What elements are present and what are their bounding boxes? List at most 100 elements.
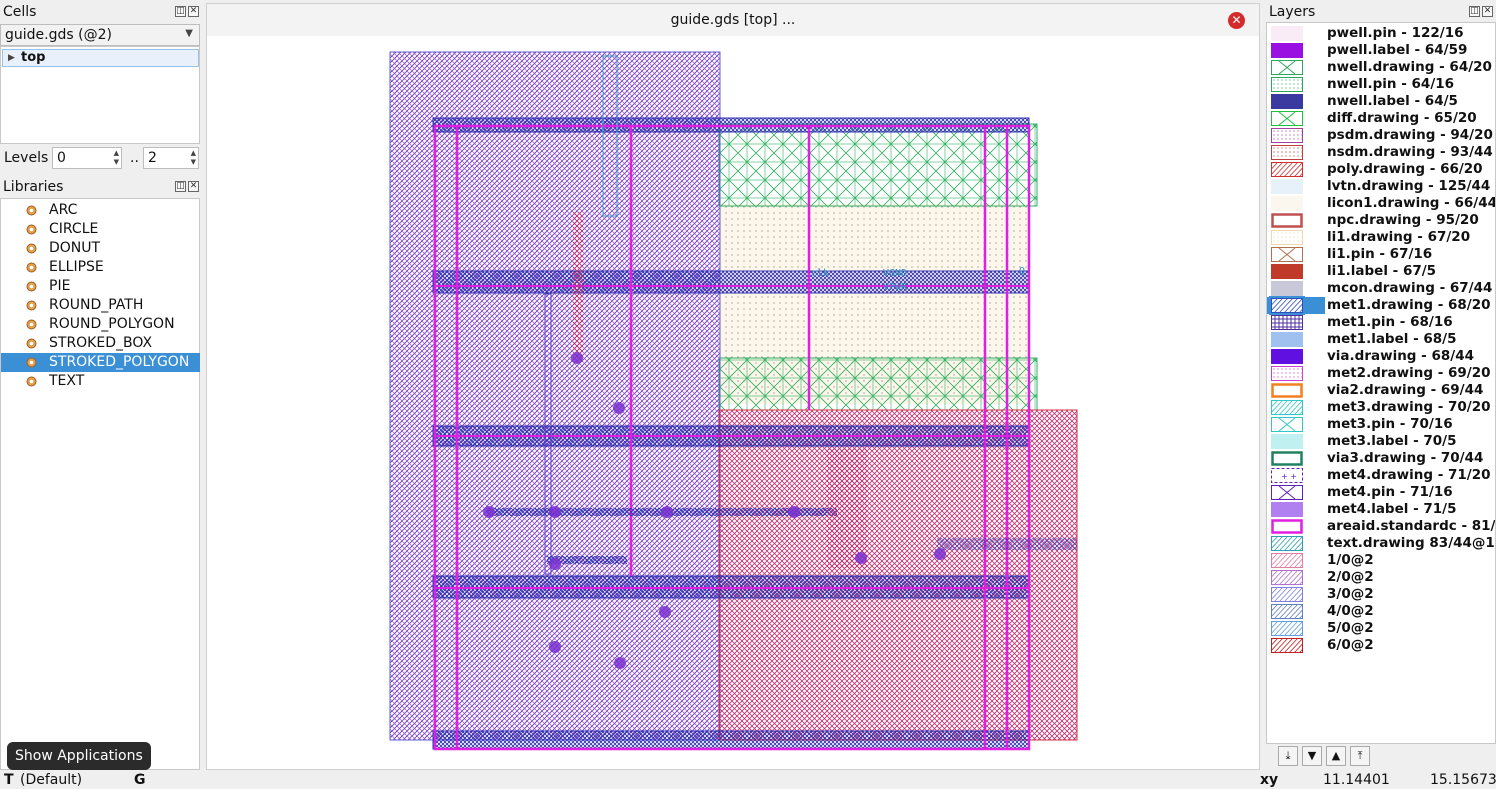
layer-row[interactable]: licon1.drawing - 66/44 xyxy=(1267,195,1495,212)
layer-row[interactable]: text.drawing 83/44@1 xyxy=(1267,535,1495,552)
close-icon[interactable]: ✕ xyxy=(188,6,199,17)
view-tab[interactable]: guide.gds [top] ... ✕ xyxy=(207,4,1259,36)
layer-row[interactable]: 3/0@2 xyxy=(1267,586,1495,603)
layer-swatch-icon[interactable] xyxy=(1271,162,1303,177)
layer-row[interactable]: npc.drawing - 95/20 xyxy=(1267,212,1495,229)
layer-swatch-icon[interactable] xyxy=(1271,451,1303,466)
layer-row[interactable]: poly.drawing - 66/20 xyxy=(1267,161,1495,178)
layer-swatch-icon[interactable] xyxy=(1271,213,1303,228)
tree-item-top[interactable]: ▶ top xyxy=(2,49,199,67)
cells-file-combo[interactable]: guide.gds (@2) ▼ xyxy=(0,24,200,46)
libraries-list[interactable]: ARC CIRCLE DONUT ELLIPSE PIE ROUND_PATH ROUND_… xyxy=(0,198,200,770)
layer-swatch-icon[interactable] xyxy=(1271,230,1303,245)
library-item[interactable]: ELLIPSE xyxy=(1,258,200,277)
layer-swatch-icon[interactable] xyxy=(1271,60,1303,75)
layer-row[interactable]: nsdm.drawing - 93/44 xyxy=(1267,144,1495,161)
layer-row[interactable]: met3.pin - 70/16 xyxy=(1267,416,1495,433)
layer-swatch-icon[interactable] xyxy=(1271,502,1303,517)
layer-row[interactable]: 6/0@2 xyxy=(1267,637,1495,654)
float-icon[interactable]: ◫ xyxy=(175,6,186,17)
layer-swatch-icon[interactable] xyxy=(1271,111,1303,126)
levels-to-spin[interactable]: 2 ▲ ▼ xyxy=(143,147,199,169)
layer-row[interactable]: 2/0@2 xyxy=(1267,569,1495,586)
library-item[interactable]: STROKED_BOX xyxy=(1,334,200,353)
layer-swatch-icon[interactable] xyxy=(1271,485,1303,500)
library-item[interactable]: CIRCLE xyxy=(1,220,200,239)
layer-swatch-icon[interactable] xyxy=(1271,43,1303,58)
layer-swatch-icon[interactable] xyxy=(1271,519,1303,534)
layer-row[interactable]: areaid.standardc - 81/4 xyxy=(1267,518,1495,535)
layer-swatch-icon[interactable] xyxy=(1271,638,1303,653)
layer-row[interactable]: 4/0@2 xyxy=(1267,603,1495,620)
levels-from-spin[interactable]: 0 ▲ ▼ xyxy=(52,147,122,169)
layer-row[interactable]: pwell.pin - 122/16 xyxy=(1267,25,1495,42)
layer-row[interactable]: li1.label - 67/5 xyxy=(1267,263,1495,280)
layer-swatch-icon[interactable] xyxy=(1271,383,1303,398)
layer-row[interactable]: met4.pin - 71/16 xyxy=(1267,484,1495,501)
move-top-icon[interactable]: ⤒ xyxy=(1350,746,1370,766)
layer-swatch-icon[interactable] xyxy=(1271,587,1303,602)
layer-row[interactable]: lvtn.drawing - 125/44 xyxy=(1267,178,1495,195)
layer-row[interactable]: met1.drawing - 68/20 xyxy=(1267,296,1495,315)
layer-swatch-icon[interactable] xyxy=(1271,332,1303,347)
layer-swatch-icon[interactable] xyxy=(1271,94,1303,109)
spin-arrows-icon[interactable]: ▲ ▼ xyxy=(114,149,119,167)
layer-swatch-icon[interactable] xyxy=(1271,145,1303,160)
layer-row[interactable]: met2.drawing - 69/20 xyxy=(1267,365,1495,382)
layer-swatch-icon[interactable] xyxy=(1271,26,1303,41)
layer-row[interactable]: via3.drawing - 70/44 xyxy=(1267,450,1495,467)
layer-row[interactable]: diff.drawing - 65/20 xyxy=(1267,110,1495,127)
library-item[interactable]: ARC xyxy=(1,201,200,220)
layer-swatch-icon[interactable] xyxy=(1271,77,1303,92)
layer-row[interactable]: 1/0@2 xyxy=(1267,552,1495,569)
library-item[interactable]: PIE xyxy=(1,277,200,296)
layer-row[interactable]: via.drawing - 68/44 xyxy=(1267,348,1495,365)
library-item[interactable]: ROUND_POLYGON xyxy=(1,315,200,334)
layer-row[interactable]: pwell.label - 64/59 xyxy=(1267,42,1495,59)
layer-swatch-icon[interactable] xyxy=(1271,417,1303,432)
layer-swatch-icon[interactable] xyxy=(1271,349,1303,364)
layer-row[interactable]: met1.label - 68/5 xyxy=(1267,331,1495,348)
layer-row[interactable]: li1.pin - 67/16 xyxy=(1267,246,1495,263)
layer-row[interactable]: via2.drawing - 69/44 xyxy=(1267,382,1495,399)
layer-swatch-icon[interactable] xyxy=(1271,604,1303,619)
layer-swatch-icon[interactable] xyxy=(1271,315,1303,330)
layer-swatch-icon[interactable] xyxy=(1271,196,1303,211)
layer-swatch-icon[interactable] xyxy=(1269,296,1305,315)
layer-row[interactable]: psdm.drawing - 94/20 xyxy=(1267,127,1495,144)
layer-swatch-icon[interactable] xyxy=(1271,247,1303,262)
close-icon[interactable]: ✕ xyxy=(188,181,199,192)
library-item[interactable]: ROUND_PATH xyxy=(1,296,200,315)
layer-swatch-icon[interactable] xyxy=(1271,400,1303,415)
layer-row[interactable]: met4.label - 71/5 xyxy=(1267,501,1495,518)
layer-swatch-icon[interactable] xyxy=(1271,179,1303,194)
layer-row[interactable]: li1.drawing - 67/20 xyxy=(1267,229,1495,246)
library-item[interactable]: TEXT xyxy=(1,372,200,391)
move-bottom-icon[interactable]: ⤓ xyxy=(1278,746,1298,766)
layer-swatch-icon[interactable] xyxy=(1271,281,1303,296)
layout-canvas[interactable]: clk VGND VPWR Q xyxy=(207,36,1259,769)
float-icon[interactable]: ◫ xyxy=(1469,6,1480,17)
layer-swatch-icon[interactable] xyxy=(1271,366,1303,381)
layer-row[interactable]: met3.label - 70/5 xyxy=(1267,433,1495,450)
layer-swatch-icon[interactable]: + + xyxy=(1271,468,1303,483)
layer-row[interactable]: nwell.label - 64/5 xyxy=(1267,93,1495,110)
library-item[interactable]: STROKED_POLYGON xyxy=(1,353,200,372)
layout-view[interactable]: guide.gds [top] ... ✕ clk VGND VPWR Q xyxy=(206,3,1260,770)
close-icon[interactable]: ✕ xyxy=(1482,6,1493,17)
layers-list[interactable]: pwell.pin - 122/16 pwell.label - 64/59 nwe… xyxy=(1266,22,1496,744)
layer-swatch-icon[interactable] xyxy=(1271,128,1303,143)
layer-row[interactable]: 5/0@2 xyxy=(1267,620,1495,637)
layer-row[interactable]: nwell.pin - 64/16 xyxy=(1267,76,1495,93)
layer-swatch-icon[interactable] xyxy=(1271,264,1303,279)
layer-row[interactable]: met3.drawing - 70/20 xyxy=(1267,399,1495,416)
library-item[interactable]: DONUT xyxy=(1,239,200,258)
expand-arrow-icon[interactable]: ▶ xyxy=(8,50,15,66)
move-up-icon[interactable]: ▲ xyxy=(1326,746,1346,766)
layer-row[interactable]: met1.pin - 68/16 xyxy=(1267,314,1495,331)
cells-tree[interactable]: ▶ top xyxy=(0,46,200,144)
layer-row[interactable]: nwell.drawing - 64/20 xyxy=(1267,59,1495,76)
layer-swatch-icon[interactable] xyxy=(1271,621,1303,636)
layer-row[interactable]: mcon.drawing - 67/44 xyxy=(1267,280,1495,297)
close-tab-icon[interactable]: ✕ xyxy=(1228,12,1245,29)
